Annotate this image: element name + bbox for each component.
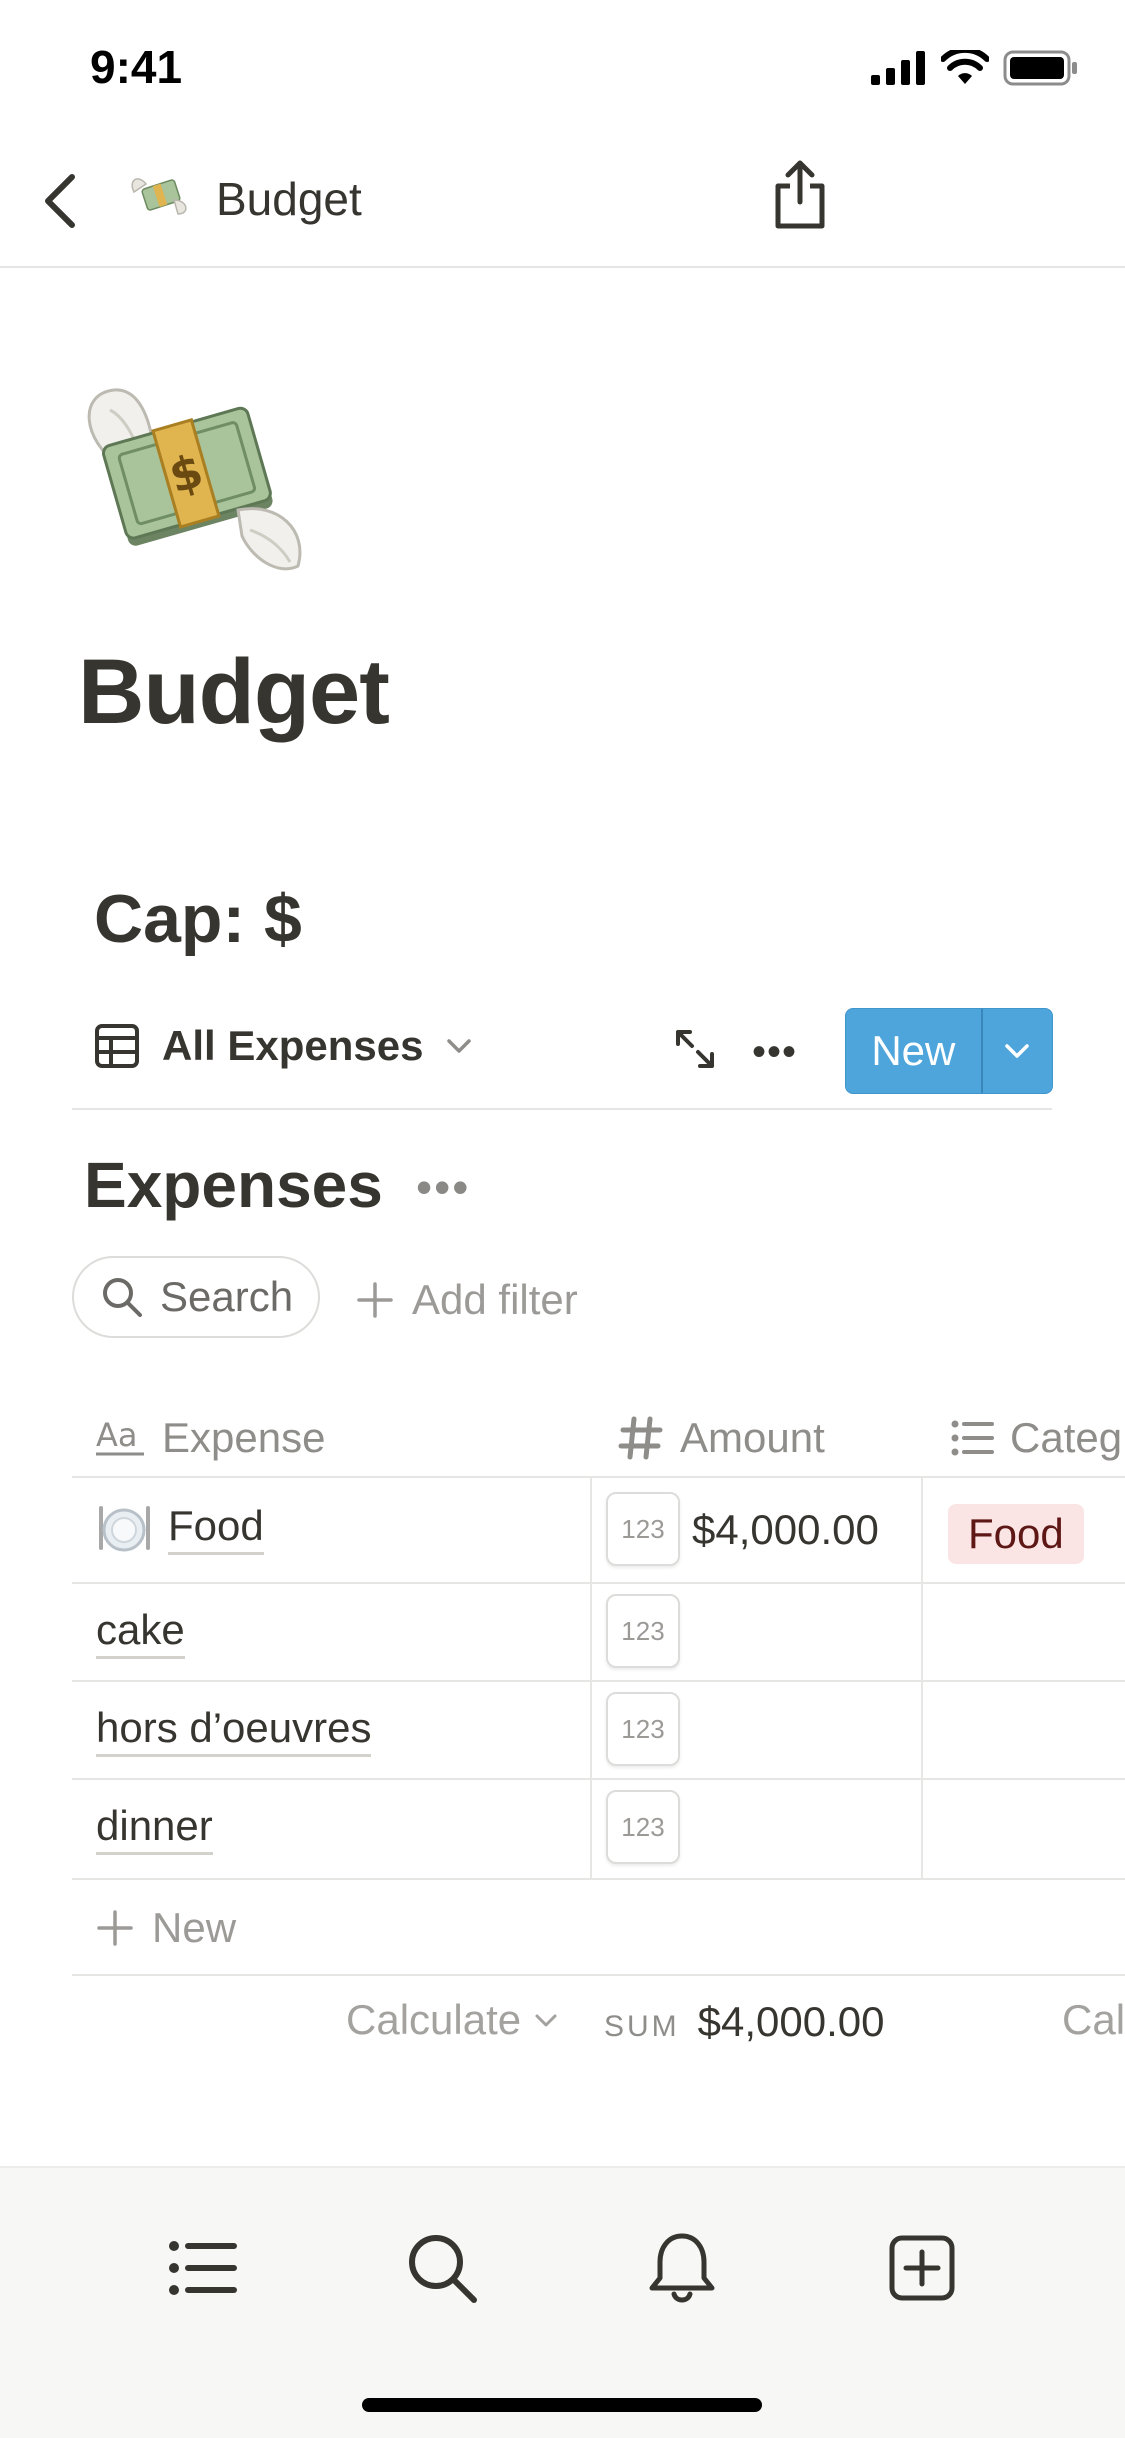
- toolbar-divider: [72, 1108, 1052, 1110]
- column-label: Amount: [680, 1414, 825, 1461]
- table-divider: [72, 1680, 1125, 1682]
- page-title: Budget: [78, 641, 390, 743]
- amount-value[interactable]: $4,000.00: [692, 1506, 879, 1554]
- column-header-expense[interactable]: Aa Expense: [96, 1400, 325, 1476]
- money-with-wings-icon: $: [87, 388, 302, 571]
- table-row[interactable]: hors d’oeuvres: [96, 1704, 372, 1757]
- table-divider: [72, 1476, 1125, 1478]
- database-more-icon[interactable]: •••: [416, 1160, 470, 1214]
- search-label: Search: [160, 1273, 294, 1320]
- home-indicator: [362, 2398, 762, 2412]
- chevron-down-icon: [535, 2014, 557, 2027]
- back-chevron-icon[interactable]: [36, 165, 86, 235]
- status-time: 9:41: [90, 41, 183, 93]
- cap-heading[interactable]: Cap: $: [94, 880, 302, 958]
- number-badge: 123: [606, 1594, 680, 1668]
- add-filter-button[interactable]: Add filter: [356, 1276, 578, 1324]
- hash-icon: [618, 1416, 663, 1460]
- plus-icon: [97, 1910, 133, 1946]
- more-options-icon[interactable]: •••: [752, 1030, 797, 1075]
- database-title[interactable]: Expenses: [84, 1148, 383, 1222]
- view-label: All Expenses: [162, 1022, 424, 1069]
- table-row[interactable]: cake: [96, 1606, 185, 1659]
- column-label: Categ: [1010, 1414, 1123, 1461]
- plate-with-cutlery-icon: [99, 1506, 150, 1552]
- list-icon[interactable]: [162, 2228, 242, 2308]
- number-badge: 123: [606, 1692, 680, 1766]
- cellular-signal-icon: [871, 51, 925, 85]
- calculate-button-truncated[interactable]: Cal: [1062, 1996, 1125, 2044]
- expense-name: Food: [168, 1502, 264, 1555]
- chevron-down-icon: [447, 1039, 472, 1053]
- column-header-amount[interactable]: Amount: [618, 1400, 825, 1476]
- bell-icon[interactable]: [642, 2228, 722, 2308]
- calculate-label: Calculate: [346, 1996, 522, 2043]
- share-icon[interactable]: [770, 158, 830, 232]
- search-button[interactable]: Search: [72, 1256, 320, 1338]
- new-button[interactable]: New: [845, 1008, 1053, 1094]
- list-icon: [951, 1420, 994, 1456]
- text-aa-icon: Aa: [96, 1418, 144, 1456]
- calculate-button[interactable]: Calculate: [346, 1996, 559, 2044]
- column-divider: [590, 1476, 592, 1878]
- chevron-down-icon: [1005, 1044, 1030, 1058]
- table-divider: [72, 1878, 1125, 1880]
- wifi-icon: [941, 50, 989, 84]
- column-header-category[interactable]: Categ: [950, 1400, 1122, 1476]
- number-badge: 123: [606, 1790, 680, 1864]
- view-selector[interactable]: All Expenses: [94, 1022, 473, 1070]
- table-row[interactable]: Food: [96, 1500, 264, 1556]
- new-row-button[interactable]: New: [96, 1904, 236, 1952]
- search-icon: [103, 1278, 142, 1317]
- expand-icon[interactable]: [672, 1026, 718, 1072]
- table-view-icon: [95, 1024, 139, 1068]
- sum-calculation[interactable]: SUM $4,000.00: [604, 1998, 885, 2046]
- category-tag[interactable]: Food: [948, 1504, 1084, 1564]
- table-divider: [72, 1582, 1125, 1584]
- status-icons: [871, 50, 1079, 86]
- table-row[interactable]: dinner: [96, 1802, 213, 1855]
- nav-title: Budget: [216, 173, 362, 225]
- column-divider: [921, 1476, 923, 1878]
- column-label: Expense: [162, 1414, 326, 1461]
- sum-key: SUM: [604, 2010, 680, 2043]
- new-button-label[interactable]: New: [846, 1009, 983, 1093]
- expense-name: hors d’oeuvres: [96, 1704, 372, 1757]
- svg-text:Aa: Aa: [96, 1418, 138, 1454]
- table-divider: [72, 1974, 1125, 1976]
- expense-name: cake: [96, 1606, 185, 1659]
- search-icon[interactable]: [402, 2228, 482, 2308]
- table-divider: [72, 1778, 1125, 1780]
- expense-name: dinner: [96, 1802, 213, 1855]
- money-with-wings-icon: [131, 178, 187, 215]
- battery-icon: [1003, 50, 1077, 86]
- sum-value: $4,000.00: [697, 1998, 885, 2045]
- new-page-icon[interactable]: [882, 2228, 962, 2308]
- add-filter-label: Add filter: [412, 1276, 578, 1323]
- new-row-label: New: [152, 1904, 237, 1951]
- number-badge: 123: [606, 1492, 680, 1566]
- plus-icon: [357, 1282, 393, 1318]
- new-dropdown-button[interactable]: [983, 1009, 1052, 1093]
